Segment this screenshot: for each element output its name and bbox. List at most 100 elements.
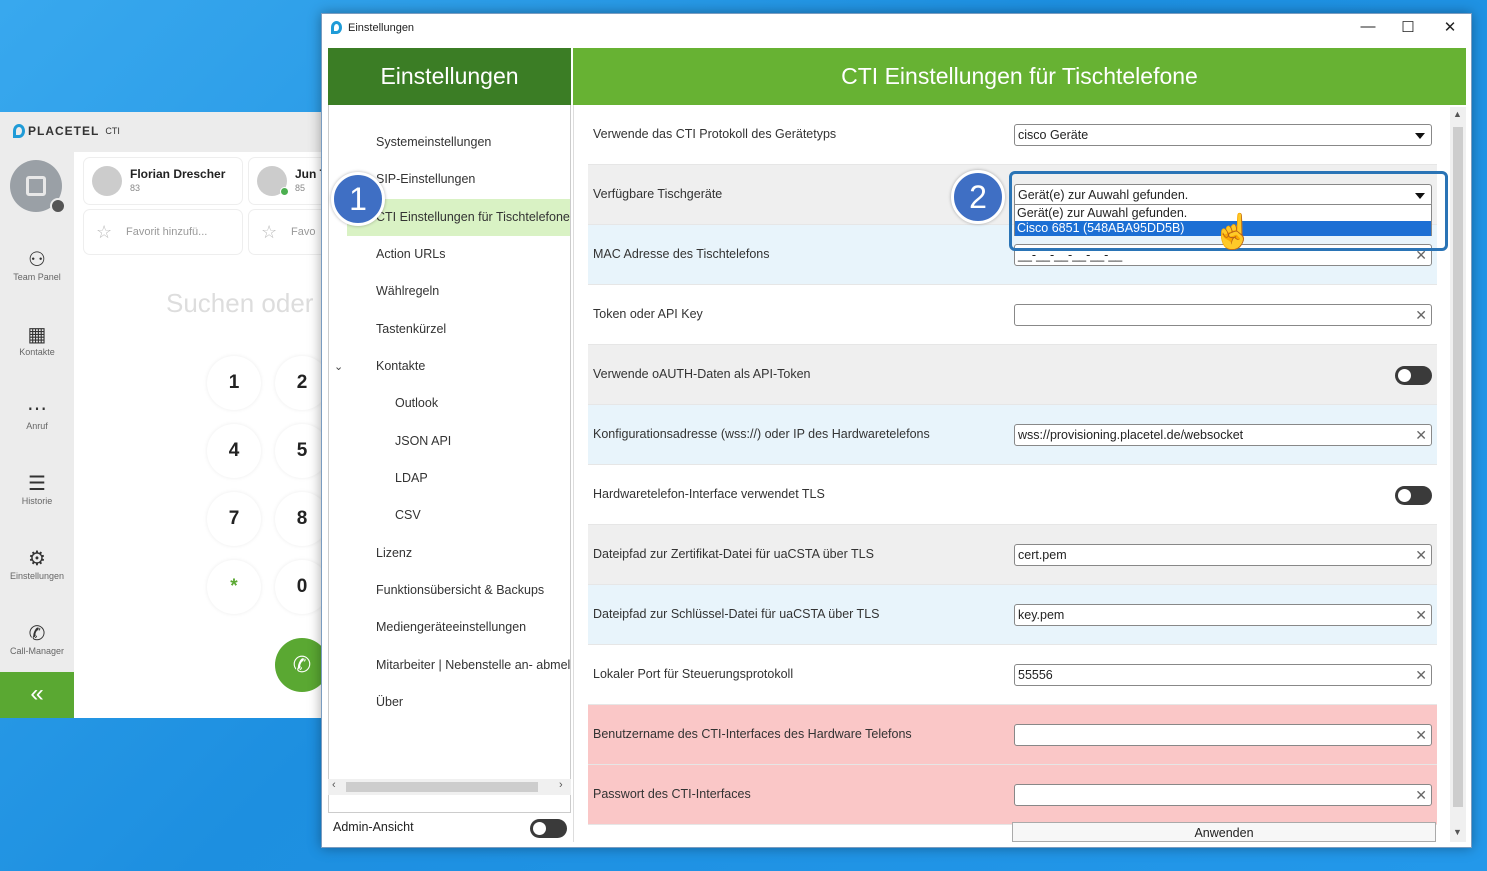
user-avatar[interactable] <box>10 160 66 214</box>
cert-path-input[interactable]: cert.pem ✕ <box>1014 544 1432 566</box>
star-icon: ☆ <box>96 222 113 242</box>
admin-view-label: Admin-Ansicht <box>333 820 414 834</box>
minimize-button[interactable]: — <box>1348 18 1388 35</box>
oauth-toggle[interactable] <box>1395 366 1432 385</box>
presence-dot <box>50 198 66 214</box>
window-title: Einstellungen <box>348 22 415 34</box>
scroll-thumb[interactable] <box>1453 127 1463 807</box>
step-badge-1: 1 <box>331 172 385 226</box>
settings-window: Einstellungen — ☐ ✕ Einstellungen CTI Ei… <box>321 13 1472 848</box>
menu-item-mediengeraete[interactable]: Mediengeräteeinstellungen <box>329 609 570 646</box>
setting-row: Verwende das CTI Protokoll des Gerätetyp… <box>588 105 1437 165</box>
left-header: Einstellungen <box>328 48 571 105</box>
maximize-icon: ☐ <box>1401 19 1415 36</box>
menu-item-funktionsuebersicht[interactable]: Funktionsübersicht & Backups <box>329 572 570 609</box>
nav-einstellungen[interactable]: ⚙ Einstellungen <box>0 547 74 581</box>
collapse-sidebar-button[interactable]: « <box>0 672 74 718</box>
menu-item-kontakte[interactable]: Kontakte <box>329 348 570 385</box>
dropdown-arrow-icon <box>1415 133 1425 139</box>
title-bar: Einstellungen — ☐ ✕ <box>322 14 1471 44</box>
menu-item-systemeinstellungen[interactable]: Systemeinstellungen <box>329 124 570 161</box>
token-input[interactable]: ✕ <box>1014 304 1432 326</box>
dial-key-star[interactable]: * <box>207 560 261 614</box>
close-icon: ✕ <box>1443 19 1457 36</box>
menu-item-ueber[interactable]: Über <box>329 684 570 721</box>
menu-item-action-urls[interactable]: Action URLs <box>329 236 570 273</box>
page-title: CTI Einstellungen für Tischtelefone <box>573 48 1466 105</box>
form-vertical-scrollbar[interactable]: ▲ ▼ <box>1450 107 1466 842</box>
nav-kontakte[interactable]: ▦ Kontakte <box>0 323 74 357</box>
bgapp-main: Florian Drescher 83 Jun T 85 ☆ Favorit hi… <box>74 152 340 718</box>
scroll-right-icon[interactable]: › <box>559 779 563 791</box>
double-chevron-left-icon: « <box>30 680 44 707</box>
history-icon: ☰ <box>28 473 46 495</box>
dial-key[interactable]: 7 <box>207 492 261 546</box>
setting-row: Hardwaretelefon-Interface verwendet TLS <box>588 465 1437 525</box>
dial-key[interactable]: 1 <box>207 356 261 410</box>
clear-icon[interactable]: ✕ <box>1415 665 1427 685</box>
scroll-down-icon[interactable]: ▼ <box>1453 827 1462 837</box>
clear-icon[interactable]: ✕ <box>1415 545 1427 565</box>
hand-cursor-icon: ☝ <box>1212 213 1255 251</box>
setting-row: Dateipfad zur Zertifikat-Datei für uaCST… <box>588 525 1437 585</box>
setting-row: Konfigurationsadresse (wss://) oder IP d… <box>588 405 1437 465</box>
menu-item-mitarbeiter[interactable]: Mitarbeiter | Nebenstelle an- abmelden <box>329 647 570 684</box>
minimize-icon: — <box>1360 18 1376 35</box>
local-port-input[interactable]: 55556 ✕ <box>1014 664 1432 686</box>
clear-icon[interactable]: ✕ <box>1415 425 1427 445</box>
contacts-icon: ▦ <box>27 324 47 346</box>
online-dot <box>280 187 289 196</box>
gear-icon: ⚙ <box>28 548 46 570</box>
key-path-input[interactable]: key.pem ✕ <box>1014 604 1432 626</box>
nav-call-manager[interactable]: ✆ Call-Manager <box>0 622 74 656</box>
search-input[interactable]: Suchen oder <box>166 288 313 319</box>
cti-password-input[interactable]: ✕ <box>1014 784 1432 806</box>
nav-anruf[interactable]: ⋯ Anruf <box>0 397 74 431</box>
setting-row: Dateipfad zur Schlüssel-Datei für uaCSTA… <box>588 585 1437 645</box>
cti-username-input[interactable]: ✕ <box>1014 724 1432 746</box>
background-app-window: PLACETEL CTI ⚇ Team Panel ▦ Kontakte ⋯ Anruf… <box>0 112 340 718</box>
config-address-input[interactable]: wss://provisioning.placetel.de/websocket… <box>1014 424 1432 446</box>
dial-key[interactable]: 4 <box>207 424 261 478</box>
menu-item-lizenz[interactable]: Lizenz <box>329 535 570 572</box>
phone-icon: ✆ <box>292 652 312 677</box>
scroll-thumb[interactable] <box>346 782 538 792</box>
menu-item-csv[interactable]: CSV <box>329 497 570 534</box>
close-button[interactable]: ✕ <box>1430 18 1470 36</box>
step-badge-2: 2 <box>951 170 1005 224</box>
call-manager-icon: ✆ <box>28 623 46 645</box>
contact-card[interactable]: Florian Drescher 83 <box>84 158 242 204</box>
nav-historie[interactable]: ☰ Historie <box>0 472 74 506</box>
admin-view-toggle[interactable] <box>530 819 567 838</box>
contact-avatar <box>257 166 289 196</box>
apply-button[interactable]: Anwenden <box>1012 822 1436 842</box>
clear-icon[interactable]: ✕ <box>1415 605 1427 625</box>
menu-horizontal-scrollbar[interactable]: ‹ › <box>328 779 571 795</box>
protocol-select[interactable]: cisco Geräte <box>1014 124 1432 146</box>
scroll-up-icon[interactable]: ▲ <box>1453 109 1462 119</box>
clear-icon[interactable]: ✕ <box>1415 305 1427 325</box>
clear-icon[interactable]: ✕ <box>1415 785 1427 805</box>
placetel-logo: PLACETEL CTI <box>13 124 120 138</box>
nav-team-panel[interactable]: ⚇ Team Panel <box>0 248 74 282</box>
team-icon: ⚇ <box>28 249 46 271</box>
setting-row: Passwort des CTI-Interfaces ✕ <box>588 765 1437 825</box>
menu-item-json-api[interactable]: JSON API <box>329 423 570 460</box>
star-icon: ☆ <box>261 222 278 242</box>
setting-row: Verwende oAUTH-Daten als API-Token <box>588 345 1437 405</box>
maximize-button[interactable]: ☐ <box>1388 18 1428 36</box>
menu-item-tastenkuerzel[interactable]: Tastenkürzel <box>329 311 570 348</box>
tls-toggle[interactable] <box>1395 486 1432 505</box>
nav-rail: ⚇ Team Panel ▦ Kontakte ⋯ Anruf ☰ Historie ⚙… <box>0 152 74 718</box>
scroll-left-icon[interactable]: ‹ <box>332 779 336 791</box>
setting-row: Lokaler Port für Steuerungsprotokoll 555… <box>588 645 1437 705</box>
app-icon <box>331 21 342 34</box>
menu-item-waehlregeln[interactable]: Wählregeln <box>329 273 570 310</box>
clear-icon[interactable]: ✕ <box>1415 725 1427 745</box>
menu-item-ldap[interactable]: LDAP <box>329 460 570 497</box>
add-favorite-button[interactable]: ☆ Favorit hinzufü... <box>84 210 242 254</box>
contact-avatar <box>92 166 122 196</box>
menu-item-outlook[interactable]: Outlook <box>329 385 570 422</box>
dialpad-icon: ⋯ <box>27 398 47 420</box>
setting-row: Benutzername des CTI-Interfaces des Hard… <box>588 705 1437 765</box>
